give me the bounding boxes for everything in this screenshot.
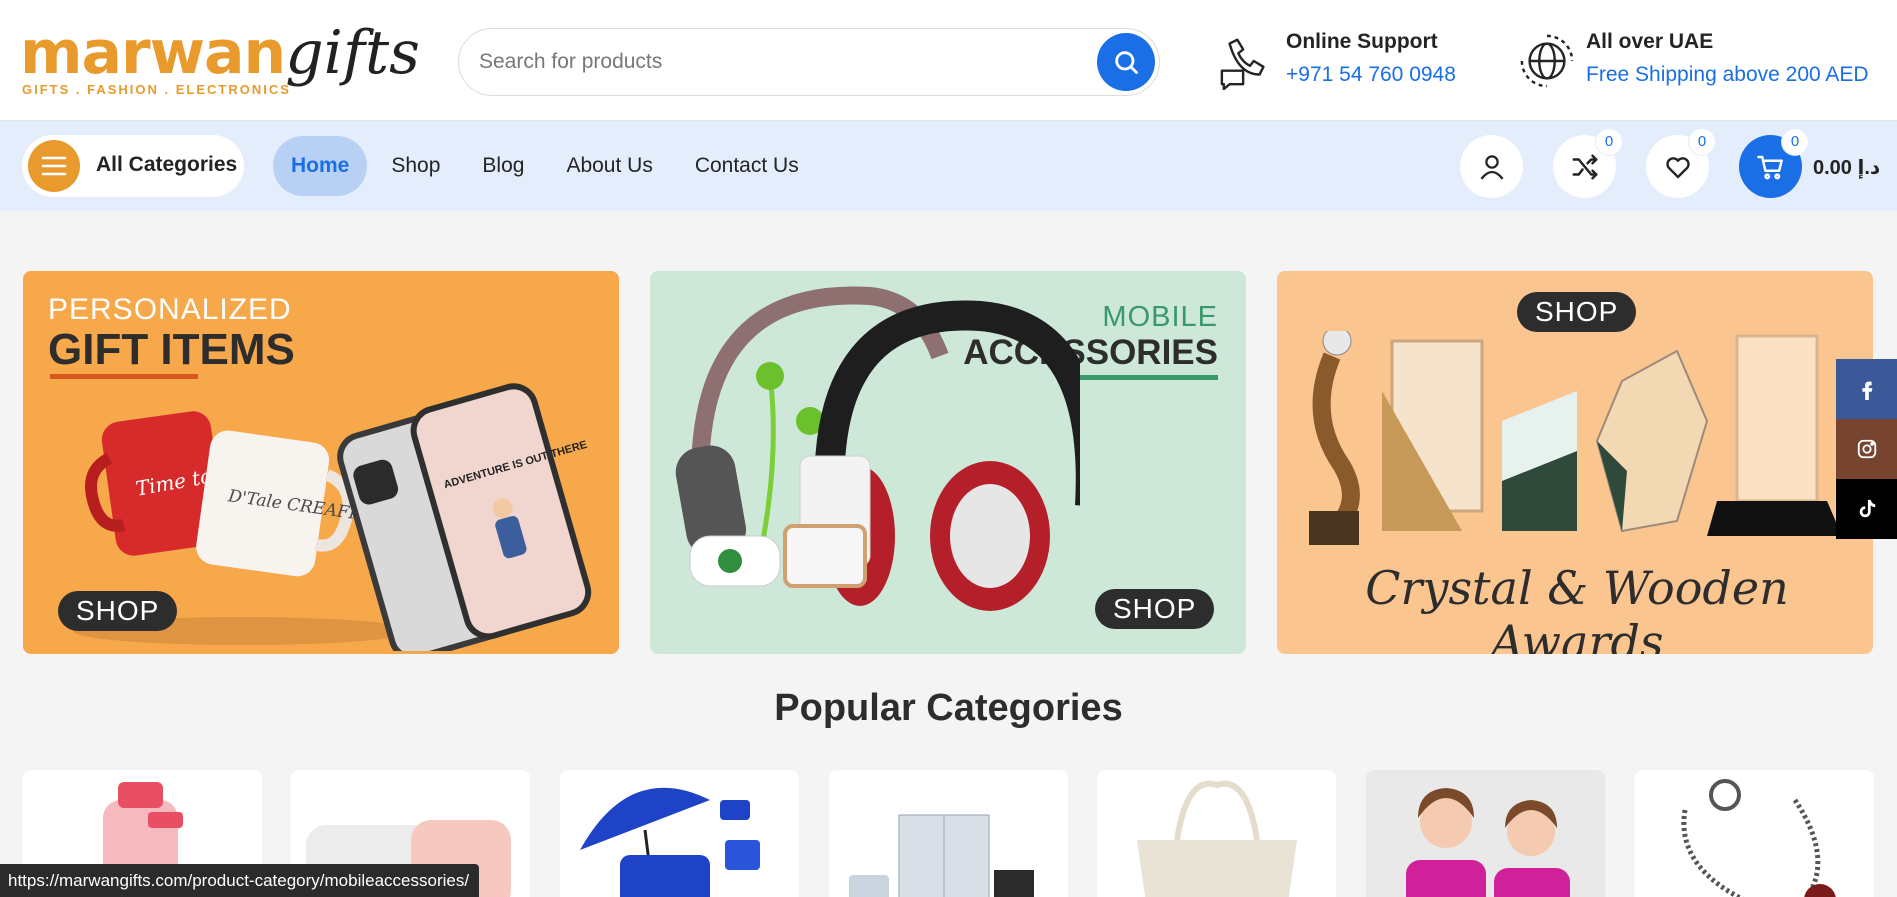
category-card[interactable] [1366, 770, 1605, 897]
category-image-lanyards [1681, 779, 1836, 897]
status-bar-url: https://marwangifts.com/product-category… [0, 864, 480, 897]
shuffle-icon [1572, 154, 1597, 179]
banner-awards-shop-button[interactable]: SHOP [1517, 292, 1637, 332]
banner-awards[interactable]: SHOP Crystal & Wooden Awards [1277, 271, 1873, 654]
category-card[interactable] [829, 770, 1068, 897]
compare-button[interactable]: 0 [1553, 129, 1622, 198]
site-logo[interactable]: marwangifts GIFTS . FASHION . ELECTRONIC… [20, 10, 420, 110]
category-image-electronics [849, 814, 1034, 897]
search-input[interactable] [479, 45, 1059, 79]
banner-gift-items-subtitle: PERSONALIZED [48, 293, 292, 326]
nav-link-about[interactable]: About Us [548, 136, 670, 196]
shipping-info: All over UAE Free Shipping above 200 AED [1518, 28, 1888, 96]
banner-gift-items-underline [50, 374, 198, 379]
banner-mobile-accessories[interactable]: MOBILE ACCESSORIES SHOP [650, 271, 1246, 654]
category-image-promo [580, 787, 760, 897]
logo-main-text: marwan [20, 18, 286, 88]
banner-mobile-shop-button[interactable]: SHOP [1095, 589, 1215, 629]
popular-categories-title: Popular Categories [774, 687, 1123, 729]
facebook-icon [1861, 381, 1872, 400]
nav-link-home[interactable]: Home [273, 136, 368, 196]
wishlist-button[interactable]: 0 [1646, 129, 1715, 198]
compare-count-badge: 0 [1596, 129, 1622, 155]
awards-illustration [1309, 331, 1842, 545]
banner-gift-items[interactable]: PERSONALIZED GIFT ITEMS Time to Coffee D… [23, 271, 619, 654]
cart-button[interactable]: 0 [1739, 129, 1808, 198]
category-card[interactable] [560, 770, 799, 897]
logo-script-text: gifts [285, 18, 420, 88]
user-icon [1479, 154, 1504, 180]
facebook-link[interactable] [1836, 359, 1897, 419]
logo-tagline: GIFTS . FASHION . ELECTRONICS [22, 82, 291, 97]
all-categories-label: All Categories [96, 153, 238, 176]
heart-icon [1665, 156, 1690, 178]
category-image-kids-apparel [1406, 788, 1570, 897]
category-card[interactable] [1635, 770, 1874, 897]
banner-mobile-underline [1072, 375, 1218, 380]
wishlist-count-badge: 0 [1689, 129, 1715, 155]
category-image-bags [1137, 780, 1297, 897]
main-menu: Home Shop Blog About Us Contact Us [273, 135, 823, 197]
logo-wordmark: marwangifts [20, 18, 420, 88]
support-title: Online Support [1286, 30, 1438, 53]
instagram-link[interactable] [1836, 419, 1897, 479]
site-header: marwangifts GIFTS . FASHION . ELECTRONIC… [0, 0, 1897, 121]
search-icon [1115, 51, 1138, 74]
cart-icon [1756, 155, 1783, 179]
support-phone[interactable]: +971 54 760 0948 [1286, 63, 1456, 87]
mobile-accessories-illustration [675, 286, 1080, 611]
banner-gift-items-title: GIFT ITEMS [48, 325, 295, 374]
cart-total[interactable]: 0.00 د.إ [1813, 155, 1880, 180]
search-bar [458, 28, 1160, 96]
globe-icon [1520, 34, 1574, 88]
shipping-title: All over UAE [1586, 30, 1714, 53]
banner-awards-title: Crystal & Wooden Awards [1365, 561, 1789, 654]
all-categories-button[interactable]: All Categories [22, 135, 244, 197]
search-button[interactable] [1097, 33, 1155, 91]
support-phone-icon [1220, 38, 1265, 90]
banner-gift-items-shop-button[interactable]: SHOP [58, 591, 178, 631]
menu-icon [28, 140, 80, 192]
nav-link-shop[interactable]: Shop [373, 136, 458, 196]
nav-link-contact[interactable]: Contact Us [677, 136, 817, 196]
shipping-text: Free Shipping above 200 AED [1586, 63, 1869, 86]
account-button[interactable] [1460, 135, 1523, 198]
instagram-icon [1857, 439, 1876, 459]
tiktok-icon [1859, 499, 1875, 518]
tiktok-link[interactable] [1836, 479, 1897, 539]
online-support[interactable]: Online Support +971 54 760 0948 [1218, 28, 1468, 96]
cart-count-badge: 0 [1782, 129, 1808, 155]
nav-link-blog[interactable]: Blog [464, 136, 542, 196]
category-card[interactable] [1097, 770, 1336, 897]
banner-mobile-subtitle: MOBILE [1102, 301, 1218, 333]
main-navbar: All Categories Home Shop Blog About Us C… [0, 121, 1897, 211]
page: marwangifts GIFTS . FASHION . ELECTRONIC… [0, 0, 1897, 897]
